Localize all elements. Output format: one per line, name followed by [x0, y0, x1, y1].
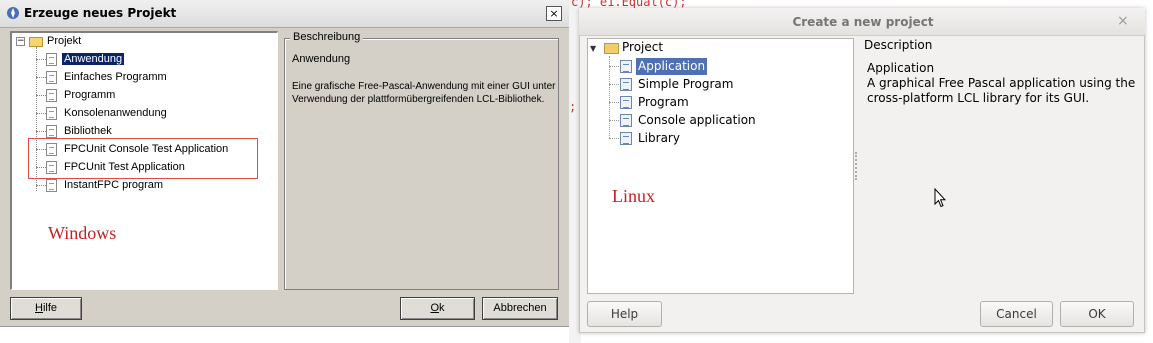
tree-connector [609, 84, 619, 85]
description-heading: Description [864, 38, 933, 52]
linux-new-project-dialog: c); e1.Equal(c); ; Create a new project … [569, 0, 1153, 343]
close-icon[interactable]: × [546, 6, 562, 21]
cancel-button[interactable]: Abbrechen [482, 297, 558, 320]
document-icon [46, 107, 57, 120]
tree-connector [36, 77, 46, 78]
dialog-title: Create a new project [792, 15, 934, 29]
document-icon [46, 89, 57, 102]
tree-connector [36, 59, 46, 60]
windows-titlebar: Erzeuge neues Projekt × [0, 0, 569, 28]
tree-item-label: Program [638, 95, 689, 109]
tree-connector [609, 102, 619, 103]
background-editor-strip [0, 326, 569, 343]
ok-button[interactable]: OK [1060, 301, 1134, 327]
os-annotation-label: Windows [48, 223, 117, 243]
document-icon [46, 53, 57, 66]
tree-connector [36, 131, 46, 132]
ok-button[interactable]: Ok [400, 297, 475, 320]
background-code-text: ; [569, 100, 577, 114]
close-icon[interactable]: × [1117, 13, 1129, 29]
folder-icon [29, 37, 43, 47]
description-title: Application [867, 61, 935, 75]
tree-item-label: Console application [638, 113, 756, 127]
document-icon [46, 71, 57, 84]
document-icon [620, 78, 632, 91]
expand-triangle-icon[interactable]: ▼ [590, 44, 596, 53]
windows-new-project-dialog: Erzeuge neues Projekt × − Projekt Anwend… [0, 0, 569, 343]
collapse-icon[interactable]: − [16, 37, 25, 46]
tree-item-label: InstantFPC program [64, 179, 164, 191]
splitter-handle[interactable] [855, 152, 857, 180]
document-icon [620, 60, 632, 73]
tree-connector [609, 120, 619, 121]
document-icon [46, 179, 57, 192]
description-group-title: Beschreibung [290, 31, 364, 43]
tree-item-label: Anwendung [62, 53, 125, 65]
tree-connector [609, 56, 610, 138]
cancel-button[interactable]: Cancel [980, 301, 1053, 327]
tree-connector [36, 95, 46, 96]
tree-connector [36, 185, 46, 186]
tree-item-label: Library [638, 131, 680, 145]
document-icon [620, 96, 632, 109]
os-annotation-label: Linux [612, 186, 655, 206]
mouse-pointer-icon [934, 188, 946, 208]
dialog-title: Erzeuge neues Projekt [24, 6, 177, 20]
folder-icon [604, 43, 619, 54]
document-icon [46, 125, 57, 138]
tree-item-label: Konsolenanwendung [64, 107, 167, 119]
tree-item-label: Einfaches Programm [64, 71, 167, 83]
highlight-annotation-box [28, 138, 258, 179]
tree-item-label: Programm [64, 89, 116, 101]
tree-item-label: Bibliothek [64, 125, 112, 137]
help-button[interactable]: Hilfe [10, 297, 82, 320]
description-text: Eine grafische Free-Pascal-Anwendung mit… [292, 81, 556, 105]
tree-connector [609, 138, 619, 139]
tree-root-label[interactable]: Projekt [47, 35, 81, 47]
document-icon [620, 114, 632, 127]
tree-item-label: Simple Program [638, 77, 734, 91]
document-icon [620, 132, 632, 145]
description-group [284, 38, 559, 290]
tree-connector [36, 113, 46, 114]
tree-connector [609, 66, 619, 67]
project-type-tree[interactable]: − Projekt Anwendung Einfaches Programm P… [10, 31, 278, 290]
tree-root-label[interactable]: Project [622, 40, 663, 54]
lazarus-app-icon [7, 7, 19, 19]
tree-item-label: Application [636, 58, 708, 75]
help-button[interactable]: Help [587, 301, 662, 327]
description-title: Anwendung [292, 53, 351, 65]
description-text: A graphical Free Pascal application usin… [867, 76, 1136, 105]
